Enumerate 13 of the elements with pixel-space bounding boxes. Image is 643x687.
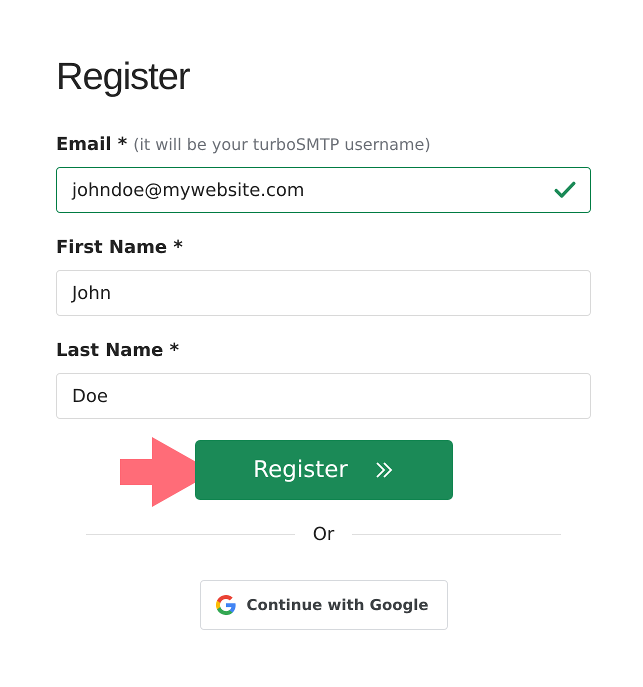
input-field[interactable]: Doe [56, 373, 591, 419]
input-field[interactable]: John [56, 270, 591, 316]
field-hint: (it will be your turboSMTP username) [133, 135, 431, 154]
page-title: Register [56, 55, 191, 100]
field-label: Last Name * [56, 340, 180, 361]
g-logo-icon [214, 594, 236, 616]
google-button[interactable]: Continue with Google [200, 580, 448, 630]
input-field[interactable]: johndoe@mywebsite.com [56, 167, 591, 213]
register-button[interactable]: Register [194, 440, 452, 500]
double-chevron-icon [374, 460, 394, 480]
field-label: First Name * [56, 237, 183, 258]
checkmark-icon [554, 181, 576, 199]
field-label: Email * [56, 134, 128, 155]
